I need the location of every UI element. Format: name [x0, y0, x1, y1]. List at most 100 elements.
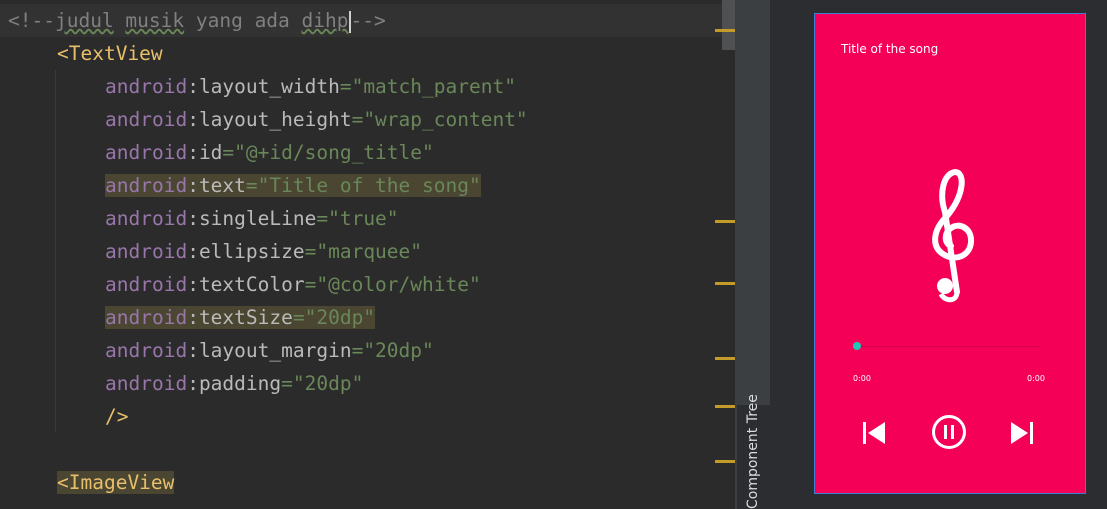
attr-equals: =	[292, 306, 305, 329]
attr-name: textSize	[198, 306, 293, 329]
comment-word: dihp	[301, 9, 349, 32]
imageview-tag[interactable]: <ImageView	[57, 466, 175, 499]
comment-close: -->	[350, 9, 386, 32]
attr-colon: :	[187, 273, 199, 296]
attribute: android:id="@+id/song_title"	[105, 141, 434, 164]
attr-name: id	[198, 141, 223, 164]
attr-equals: =	[304, 240, 317, 263]
warning-marker[interactable]	[715, 220, 735, 223]
attribute-line[interactable]: android:layout_width="match_parent"	[105, 70, 516, 103]
attr-equals: =	[304, 273, 317, 296]
comment-space	[114, 9, 126, 32]
attribute: android:layout_width="match_parent"	[105, 75, 516, 98]
attribute: android:singleLine="true"	[105, 207, 399, 230]
warning-marker[interactable]	[715, 29, 735, 32]
indent-guide	[55, 70, 56, 432]
attr-value: "true"	[328, 207, 399, 230]
attr-equals: =	[316, 207, 329, 230]
attr-value: "20dp"	[304, 306, 376, 329]
attr-value: "match_parent"	[351, 75, 516, 98]
attribute-line[interactable]: android:padding="20dp"	[105, 367, 363, 400]
attr-value: "Title of the song"	[257, 174, 481, 197]
code-editor[interactable]: <!--judul musik yang ada dihp --> <TextVi…	[0, 0, 735, 509]
attr-equals: =	[339, 75, 352, 98]
attribute-line[interactable]: android:singleLine="true"	[105, 202, 399, 235]
warning-marker[interactable]	[715, 357, 735, 360]
component-tree-label[interactable]: Component Tree	[745, 394, 761, 509]
attr-colon: :	[187, 207, 199, 230]
attribute-line[interactable]: android:textSize="20dp"	[105, 301, 376, 334]
warning-marker[interactable]	[715, 460, 735, 463]
seek-bar[interactable]	[855, 346, 1041, 347]
attribute-line[interactable]: android:layout_height="wrap_content"	[105, 103, 528, 136]
attribute-line[interactable]: android:ellipsize="marquee"	[105, 235, 422, 268]
scrollbar-thumb[interactable]	[722, 0, 735, 50]
comment-open: <!--	[8, 9, 55, 32]
comment-word: musik	[125, 9, 185, 32]
editor-scrollbar[interactable]	[713, 0, 735, 509]
attr-value: "@+id/song_title"	[234, 141, 434, 164]
layout-preview: Title of the song 0:00 0:00	[770, 0, 1107, 509]
self-close-tag[interactable]: />	[105, 400, 128, 433]
attr-name: singleLine	[198, 207, 317, 230]
attr-colon: :	[187, 141, 199, 164]
attr-colon: :	[187, 75, 199, 98]
attr-equals: =	[245, 174, 258, 197]
attribute-line[interactable]: android:text="Title of the song"	[105, 169, 481, 202]
total-time: 0:00	[1027, 374, 1045, 383]
attribute: android:padding="20dp"	[105, 372, 363, 395]
imageview-tag-text: <ImageView	[57, 471, 175, 494]
attr-equals: =	[351, 339, 364, 362]
attr-value: "20dp"	[363, 339, 434, 362]
code-comment[interactable]: <!--judul musik yang ada dihp -->	[8, 4, 386, 37]
song-title: Title of the song	[841, 42, 939, 56]
attribute: android:layout_margin="20dp"	[105, 339, 434, 362]
attribute-line[interactable]: android:layout_margin="20dp"	[105, 334, 434, 367]
attribute-line[interactable]: android:textColor="@color/white"	[105, 268, 481, 301]
previous-button[interactable]	[863, 422, 887, 444]
attr-value: "20dp"	[292, 372, 364, 395]
textview-tag[interactable]: <TextView	[57, 37, 163, 70]
attr-namespace: android	[105, 372, 188, 395]
attr-equals: =	[281, 372, 293, 395]
attribute-line[interactable]: android:id="@+id/song_title"	[105, 136, 434, 169]
attr-name: padding	[198, 372, 282, 395]
attr-name: layout_width	[198, 75, 340, 98]
attr-value: "wrap_content"	[363, 108, 528, 131]
next-button[interactable]	[1011, 422, 1035, 444]
attr-colon: :	[187, 240, 199, 263]
comment-word: judul	[54, 9, 114, 32]
attr-namespace: android	[105, 240, 188, 263]
attr-equals: =	[222, 141, 235, 164]
attr-namespace: android	[105, 75, 188, 98]
attribute: android:text="Title of the song"	[105, 174, 481, 197]
attribute: android:ellipsize="marquee"	[105, 240, 422, 263]
attr-name: textColor	[198, 273, 305, 296]
attr-value: "@color/white"	[316, 273, 481, 296]
attr-colon: :	[187, 372, 199, 395]
attr-colon: :	[187, 108, 199, 131]
phone-screen[interactable]: Title of the song 0:00 0:00	[814, 13, 1086, 494]
attr-namespace: android	[105, 273, 188, 296]
attribute: android:textSize="20dp"	[105, 306, 376, 329]
attr-name: ellipsize	[198, 240, 305, 263]
attr-name: layout_margin	[198, 339, 352, 362]
attr-value: "marquee"	[316, 240, 423, 263]
attr-namespace: android	[105, 174, 188, 197]
attr-namespace: android	[105, 207, 188, 230]
attribute: android:layout_height="wrap_content"	[105, 108, 528, 131]
attr-namespace: android	[105, 306, 188, 329]
comment-text: yang ada	[184, 9, 302, 32]
attr-name: layout_height	[198, 108, 352, 131]
warning-marker[interactable]	[715, 405, 735, 408]
attr-equals: =	[351, 108, 364, 131]
music-note-icon	[932, 169, 974, 303]
pause-button[interactable]	[931, 414, 967, 450]
attr-colon: :	[187, 174, 199, 197]
warning-marker[interactable]	[715, 282, 735, 285]
attr-name: text	[198, 174, 246, 197]
current-time: 0:00	[853, 374, 871, 383]
seek-bar-thumb[interactable]	[853, 342, 861, 350]
attribute: android:textColor="@color/white"	[105, 273, 481, 296]
attr-colon: :	[187, 306, 199, 329]
